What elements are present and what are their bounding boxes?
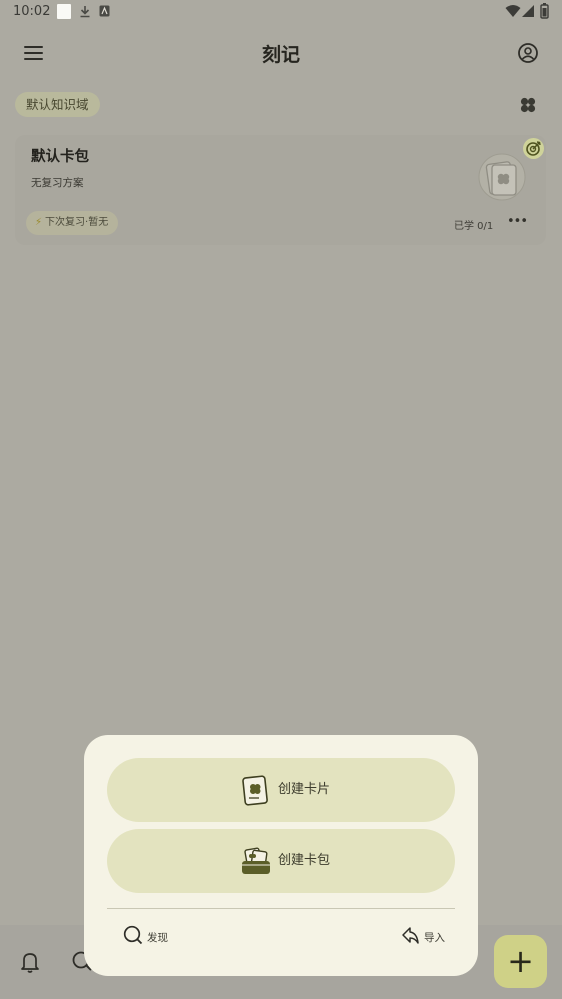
import-button[interactable]: 导入 bbox=[400, 925, 445, 949]
bell-icon[interactable] bbox=[19, 950, 41, 974]
signal-icon bbox=[522, 5, 534, 17]
notification-icon bbox=[57, 4, 71, 19]
search-icon bbox=[123, 925, 143, 945]
target-icon bbox=[526, 141, 541, 156]
next-review-chip: ⚡ 下次复习·暂无 bbox=[26, 211, 119, 235]
import-arrow-icon bbox=[402, 927, 419, 944]
create-deck-button[interactable]: 创建卡包 bbox=[107, 829, 455, 893]
create-deck-label: 创建卡包 bbox=[278, 853, 331, 868]
knowledge-domain-chip[interactable]: 默认知识域 bbox=[15, 92, 100, 117]
page-title: 刻记 bbox=[261, 44, 300, 66]
card-icon bbox=[242, 775, 268, 806]
deck-title: 默认卡包 bbox=[31, 149, 89, 165]
deck-icon bbox=[242, 847, 270, 874]
download-icon bbox=[80, 6, 90, 18]
wifi-icon bbox=[505, 5, 521, 17]
import-label: 导入 bbox=[424, 932, 445, 944]
status-bar: 10:02 bbox=[0, 0, 562, 24]
divider bbox=[107, 908, 455, 909]
more-options-icon[interactable]: ••• bbox=[507, 214, 528, 229]
status-time: 10:02 bbox=[13, 4, 51, 19]
create-card-button[interactable]: 创建卡片 bbox=[107, 758, 455, 822]
discover-label: 发现 bbox=[147, 932, 168, 944]
plus-icon: + bbox=[507, 942, 534, 980]
lightning-icon: ⚡ bbox=[35, 217, 43, 228]
clover-grid-icon[interactable] bbox=[520, 97, 536, 113]
discover-button[interactable]: 发现 bbox=[123, 925, 168, 949]
review-target-badge[interactable] bbox=[523, 138, 544, 159]
app-notification-icon bbox=[99, 5, 110, 17]
account-icon[interactable] bbox=[517, 42, 539, 64]
next-review-label: 下次复习·暂无 bbox=[45, 217, 109, 228]
knowledge-domain-label: 默认知识域 bbox=[26, 97, 89, 112]
battery-icon bbox=[540, 3, 549, 19]
create-card-label: 创建卡片 bbox=[278, 782, 331, 797]
add-fab-button[interactable]: + bbox=[494, 935, 547, 988]
deck-cover-icon bbox=[478, 153, 526, 201]
learned-progress: 已学 0/1 bbox=[454, 221, 494, 232]
deck-review-plan: 无复习方案 bbox=[31, 177, 84, 189]
